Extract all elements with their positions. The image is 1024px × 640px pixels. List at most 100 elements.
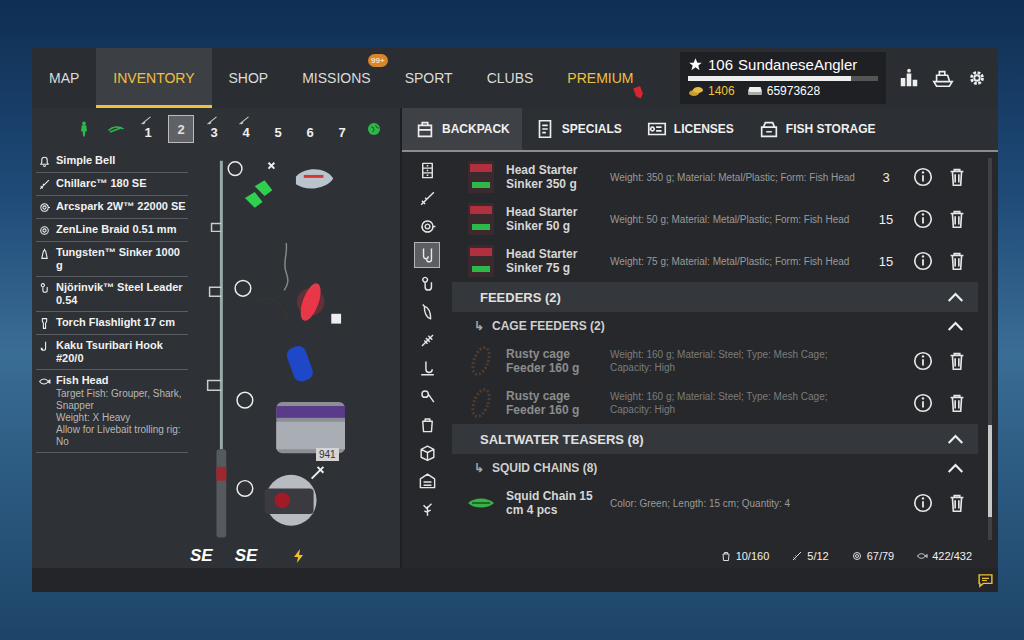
bell-component[interactable] (228, 162, 272, 208)
line-icon (38, 224, 51, 237)
backpack-tab[interactable]: BACKPACK (402, 108, 522, 150)
category-button[interactable] (415, 214, 439, 238)
scrollbar[interactable] (988, 158, 992, 540)
lure-component[interactable] (297, 281, 342, 324)
tackle-name: Simple Bell (56, 154, 115, 167)
trash-icon[interactable] (946, 392, 968, 414)
nav-tab[interactable]: SPORT (388, 48, 470, 108)
backpack-tab[interactable]: LICENSES (634, 108, 746, 150)
item-row[interactable]: Head Starter Sinker 350 gWeight: 350 g; … (452, 156, 978, 198)
bait-component[interactable] (268, 163, 333, 189)
tackle-item[interactable]: Arcspark 2W™ 22000 SE (36, 196, 188, 219)
rigged-rod-icon (238, 116, 250, 125)
trash-icon[interactable] (946, 492, 968, 514)
trash-icon[interactable] (946, 166, 968, 188)
item-description: Weight: 160 g; Material: Steel; Type: Me… (610, 390, 860, 416)
licenses-icon (646, 118, 668, 140)
backpack-tab[interactable]: FISH STORAGE (746, 108, 888, 150)
tackle-item[interactable]: Simple Bell (36, 150, 188, 173)
tackle-item[interactable]: Tungsten™ Sinker 1000 g (36, 242, 188, 277)
item-row[interactable]: Head Starter Sinker 75 gWeight: 75 g; Ma… (452, 240, 978, 282)
rod-slot[interactable] (72, 116, 96, 142)
section-header[interactable]: FEEDERS (2) (452, 282, 978, 312)
rod-slot[interactable]: 6 (298, 116, 322, 142)
subsection-header[interactable]: ↳CAGE FEEDERS (2) (452, 312, 978, 340)
tackle-item[interactable]: Fish HeadTarget Fish: Grouper, Shark, Sn… (36, 370, 188, 453)
category-button[interactable] (415, 328, 439, 352)
item-list: Head Starter Sinker 350 gWeight: 350 g; … (452, 152, 998, 544)
leader-component[interactable] (235, 280, 288, 321)
jig-icon (418, 387, 437, 406)
hook-component[interactable] (284, 243, 288, 290)
tackle-item[interactable]: ZenLine Braid 0.51 mm (36, 219, 188, 242)
trash-icon[interactable] (946, 208, 968, 230)
chat-icon[interactable] (977, 572, 994, 589)
item-thumbnail (466, 344, 498, 378)
footer-bar (32, 568, 998, 592)
subsection-header[interactable]: ↳SQUID CHAINS (8) (452, 454, 978, 482)
sinker-icon (38, 247, 51, 260)
section-label: SALTWATER TEASERS (8) (480, 432, 643, 447)
info-icon[interactable] (912, 166, 934, 188)
item-row[interactable]: Rusty cage Feeder 160 gWeight: 160 g; Ma… (452, 382, 978, 424)
category-button[interactable] (415, 158, 439, 182)
category-button[interactable] (415, 186, 439, 210)
rod-slot[interactable] (362, 116, 386, 142)
info-icon[interactable] (912, 250, 934, 272)
item-row[interactable]: Head Starter Sinker 50 gWeight: 50 g; Ma… (452, 198, 978, 240)
reel-component[interactable] (237, 467, 323, 526)
info-icon[interactable] (912, 208, 934, 230)
slot-number: 6 (306, 125, 313, 140)
item-row[interactable]: Rusty cage Feeder 160 gWeight: 160 g; Ma… (452, 340, 978, 382)
category-button[interactable] (415, 300, 439, 324)
rod-slot[interactable]: 5 (266, 116, 290, 142)
nav-tab[interactable]: CLUBS (470, 48, 551, 108)
nav-tab[interactable]: INVENTORY (96, 48, 211, 108)
nav-tab[interactable]: PREMIUM (550, 48, 650, 108)
gear-icon[interactable] (966, 67, 988, 89)
category-button[interactable] (414, 242, 440, 268)
rod-slot[interactable] (104, 116, 128, 142)
tackle-item[interactable]: Torch Flashlight 17 cm (36, 312, 188, 335)
trash-icon[interactable] (946, 350, 968, 372)
item-quantity: 3 (868, 170, 904, 185)
rod-slot[interactable]: 7 (330, 116, 354, 142)
trash-icon[interactable] (946, 250, 968, 272)
leaderboard-icon[interactable] (898, 67, 920, 89)
backpack-tab[interactable]: SPECIALS (522, 108, 634, 150)
category-button[interactable] (415, 384, 439, 408)
info-icon[interactable] (912, 392, 934, 414)
category-button[interactable] (415, 272, 439, 296)
hook-icon (38, 340, 51, 353)
category-button[interactable] (415, 468, 439, 492)
rod-slot[interactable]: 1 (136, 116, 160, 142)
tackle-item[interactable]: Chillarc™ 180 SE (36, 173, 188, 196)
item-row[interactable]: Squid Chain 15 cm 4 pcsColor: Green; Len… (452, 482, 978, 524)
section-header[interactable]: SALTWATER TEASERS (8) (452, 424, 978, 454)
nav-tab[interactable]: MAP (32, 48, 96, 108)
nav-tab[interactable]: SHOP (212, 48, 286, 108)
category-button[interactable] (415, 356, 439, 380)
rod-slot[interactable]: 4 (234, 116, 258, 142)
rod-slot[interactable]: 3 (202, 116, 226, 142)
nav-tab-label: MAP (49, 70, 79, 86)
category-button[interactable] (415, 496, 439, 520)
player-name: SundaneseAngler (738, 56, 857, 73)
category-button[interactable] (415, 412, 439, 436)
tackle-item[interactable]: Kaku Tsuribari Hook #20/0 (36, 335, 188, 370)
info-icon[interactable] (912, 350, 934, 372)
info-icon[interactable] (912, 492, 934, 514)
nav-tab[interactable]: MISSIONS99+ (285, 48, 387, 108)
player-panel[interactable]: 106SundaneseAngler140665973628 (680, 52, 886, 104)
rod-slot[interactable]: 2 (168, 115, 194, 143)
angler-icon (75, 120, 93, 138)
rod-icon (418, 189, 437, 208)
tackle-item[interactable]: Njörinvik™ Steel Leader 0.54 (36, 277, 188, 312)
misc-icon (418, 161, 437, 180)
category-button[interactable] (415, 440, 439, 464)
line-spool-component[interactable] (237, 392, 345, 453)
ship-icon[interactable] (932, 67, 954, 89)
flashlight-component[interactable] (285, 344, 316, 384)
storage-icon (758, 118, 780, 140)
capacity-item: 5/12 (791, 550, 828, 562)
